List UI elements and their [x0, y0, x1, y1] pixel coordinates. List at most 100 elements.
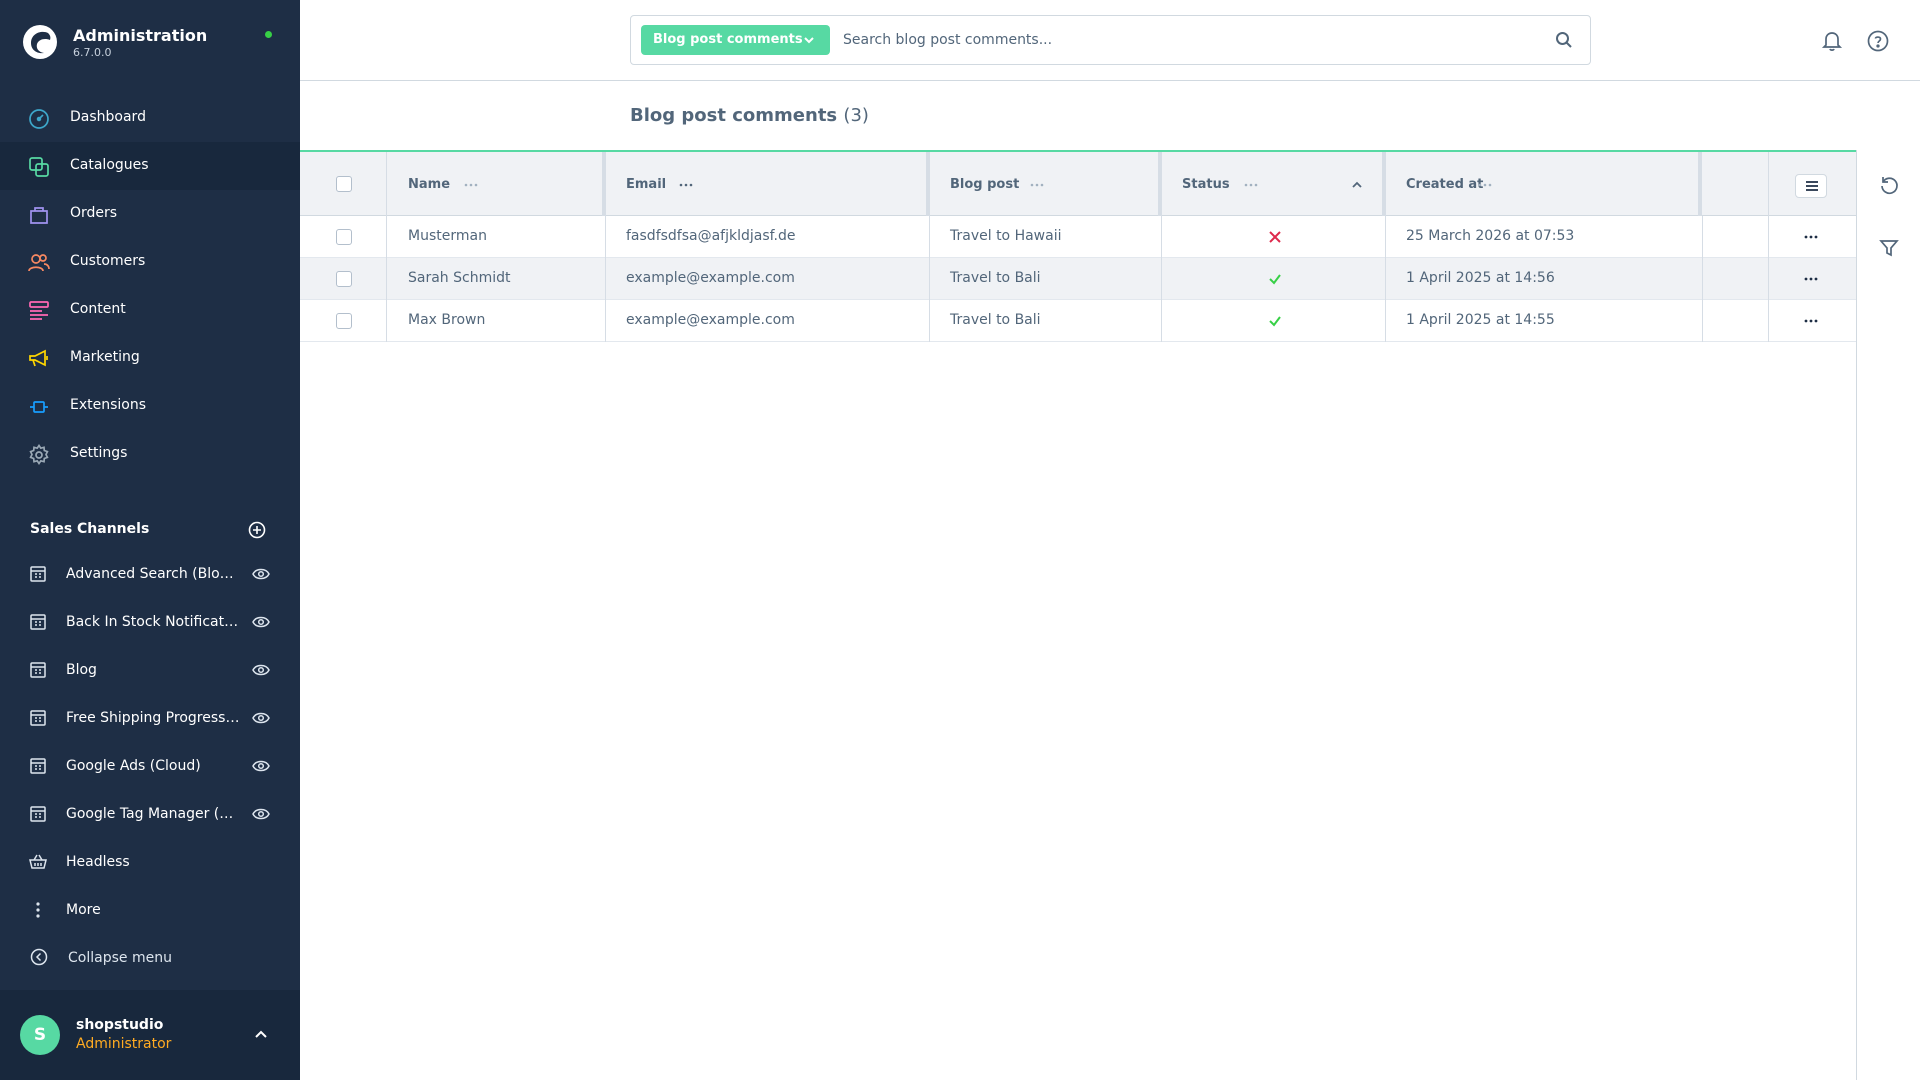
help-icon[interactable] [1866, 29, 1890, 53]
sales-channel-more[interactable]: More [0, 887, 300, 935]
column-header-created-at[interactable]: Created at [1386, 152, 1696, 216]
nav-label-catalogues: Catalogues [70, 157, 149, 173]
row-actions-icon[interactable] [1804, 319, 1818, 323]
sales-channels-title: Sales Channels [30, 521, 150, 537]
sales-channel-item[interactable]: Free Shipping Progress ... [0, 695, 300, 743]
nav-label-orders: Orders [70, 205, 118, 221]
brand-header[interactable]: Administration 6.7.0.0 [0, 0, 300, 90]
column-divider [1768, 152, 1769, 216]
row-divider [929, 216, 930, 258]
column-options-icon[interactable] [1030, 183, 1044, 187]
search-icon[interactable] [1555, 31, 1573, 49]
sales-channel-item[interactable]: Google Ads (Cloud) [0, 743, 300, 791]
row-divider [1702, 258, 1703, 300]
add-sales-channel-icon[interactable] [248, 521, 266, 539]
nav-item-settings[interactable]: Settings [0, 430, 300, 478]
sales-channel-item-headless[interactable]: Headless [0, 839, 300, 887]
column-options-icon[interactable] [679, 183, 693, 187]
settings-icon [29, 444, 49, 466]
row-actions-icon[interactable] [1804, 235, 1818, 239]
search-type-dropdown[interactable]: Blog post comments [641, 25, 830, 55]
storefront-icon [30, 806, 46, 822]
eye-icon[interactable] [252, 615, 270, 629]
nav-item-extensions[interactable]: Extensions [0, 382, 300, 430]
nav-item-customers[interactable]: Customers [0, 238, 300, 286]
page-title: Blog post comments (3) [630, 105, 869, 126]
orders-icon [30, 207, 48, 224]
nav-item-content[interactable]: Content [0, 286, 300, 334]
row-divider [1161, 258, 1162, 300]
column-header-name[interactable]: Name [388, 152, 604, 216]
table-row[interactable]: Sarah Schmidt example@example.com Travel… [300, 258, 1857, 300]
row-divider [605, 300, 606, 342]
brand-name: Administration [73, 26, 208, 45]
sidebar: Administration 6.7.0.0 Dashboard Catalog… [0, 0, 300, 1080]
row-divider [929, 300, 930, 342]
chevron-left-circle-icon [30, 948, 48, 966]
sales-channel-label: Advanced Search (Blog ... [66, 566, 241, 582]
row-divider [1385, 258, 1386, 300]
select-all-checkbox[interactable] [336, 176, 352, 192]
column-header-email[interactable]: Email [606, 152, 926, 216]
dashboard-icon [29, 109, 49, 129]
cell-name[interactable]: Musterman [408, 228, 487, 244]
notifications-bell-icon[interactable] [1820, 29, 1844, 53]
cell-blog-post[interactable]: Travel to Bali [950, 312, 1041, 328]
row-divider [1702, 300, 1703, 342]
row-divider [1702, 216, 1703, 258]
column-options-icon[interactable] [1244, 183, 1258, 187]
catalogues-icon [29, 157, 49, 177]
column-options-icon[interactable] [1478, 183, 1492, 187]
column-header-blog-post[interactable]: Blog post [930, 152, 1160, 216]
eye-icon[interactable] [252, 759, 270, 773]
list-settings-icon [1806, 181, 1818, 191]
filter-icon[interactable] [1878, 237, 1900, 259]
row-divider [1161, 216, 1162, 258]
row-divider [929, 258, 930, 300]
page-header: Blog post comments (3) [300, 81, 1857, 150]
cell-blog-post[interactable]: Travel to Hawaii [950, 228, 1062, 244]
sort-ascending-icon[interactable] [1352, 181, 1362, 189]
collapse-menu-label: Collapse menu [68, 950, 172, 966]
row-checkbox[interactable] [336, 229, 352, 245]
cell-blog-post[interactable]: Travel to Bali [950, 270, 1041, 286]
global-search-bar: Blog post comments [630, 15, 1591, 65]
collapse-menu-button[interactable]: Collapse menu [0, 938, 300, 978]
nav-label-customers: Customers [70, 253, 146, 269]
cell-name[interactable]: Sarah Schmidt [408, 270, 510, 286]
sales-channel-item[interactable]: Advanced Search (Blog ... [0, 551, 300, 599]
column-options-icon[interactable] [464, 183, 478, 187]
column-header-status[interactable]: Status [1162, 152, 1382, 216]
cell-created-at: 25 March 2026 at 07:53 [1406, 228, 1575, 244]
user-menu[interactable]: S shopstudio Administrator [0, 990, 300, 1080]
nav-item-marketing[interactable]: Marketing [0, 334, 300, 382]
grid-header: Name Email Blog post Status Created at [300, 150, 1857, 216]
storefront-icon [30, 566, 46, 582]
nav-item-orders[interactable]: Orders [0, 190, 300, 238]
brand-version: 6.7.0.0 [73, 46, 112, 59]
nav-item-dashboard[interactable]: Dashboard [0, 94, 300, 142]
eye-icon[interactable] [252, 711, 270, 725]
eye-icon[interactable] [252, 807, 270, 821]
cell-name[interactable]: Max Brown [408, 312, 485, 328]
column-resize-handle[interactable] [1698, 152, 1702, 216]
nav-item-catalogues[interactable]: Catalogues [0, 142, 300, 190]
cell-email: example@example.com [626, 312, 795, 328]
user-role: Administrator [76, 1036, 172, 1052]
search-input[interactable] [843, 26, 1533, 54]
eye-icon[interactable] [252, 567, 270, 581]
row-checkbox[interactable] [336, 313, 352, 329]
row-actions-icon[interactable] [1804, 277, 1818, 281]
sales-channel-item[interactable]: Google Tag Manager (C... [0, 791, 300, 839]
grid-settings-button[interactable] [1795, 174, 1827, 198]
refresh-icon[interactable] [1878, 174, 1900, 196]
sales-channel-item[interactable]: Blog [0, 647, 300, 695]
row-divider [1161, 300, 1162, 342]
sales-channel-item[interactable]: Back In Stock Notificati... [0, 599, 300, 647]
table-row[interactable]: Max Brown example@example.com Travel to … [300, 300, 1857, 342]
nav-label-extensions: Extensions [70, 397, 147, 413]
more-vertical-icon [36, 902, 40, 918]
row-checkbox[interactable] [336, 271, 352, 287]
eye-icon[interactable] [252, 663, 270, 677]
table-row[interactable]: Musterman fasdfsdfsa@afjkldjasf.de Trave… [300, 216, 1857, 258]
